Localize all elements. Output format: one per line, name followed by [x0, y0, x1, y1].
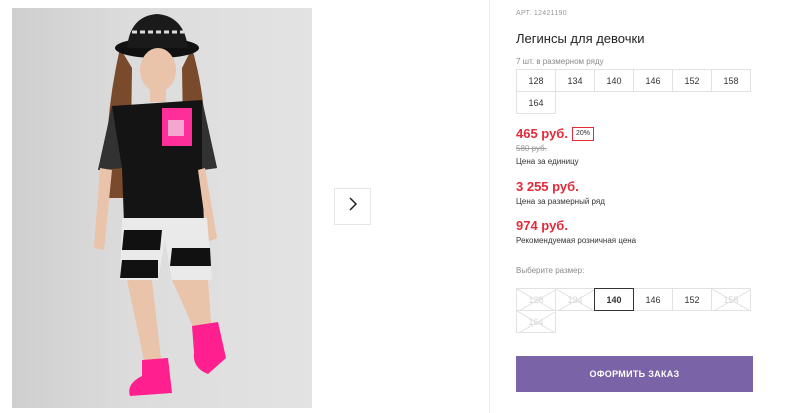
product-photo: [12, 8, 312, 408]
size-row-cell: 128: [516, 69, 556, 92]
retail-price: 974 руб.: [516, 218, 568, 233]
size-option-unavailable: 128: [516, 288, 556, 311]
product-title: Легинсы для девочки: [516, 31, 645, 46]
strike-icon: [517, 289, 555, 310]
size-option[interactable]: 152: [672, 288, 712, 311]
old-price: 580 руб.: [516, 144, 547, 153]
discount-badge: 20%: [571, 126, 594, 141]
row-price-label: Цена за размерный ряд: [516, 197, 605, 206]
chevron-right-icon: [347, 196, 359, 217]
size-row-cell: 140: [594, 69, 634, 92]
gallery-next-button[interactable]: [334, 188, 371, 225]
unit-price-row: 465 руб. 20%: [516, 126, 594, 141]
size-option-label: 152: [684, 294, 700, 305]
strike-icon: [517, 311, 555, 332]
girl-illustration: [94, 14, 226, 396]
unit-price-label: Цена за единицу: [516, 157, 579, 166]
size-option-label: 146: [645, 294, 661, 305]
size-row-cell: 146: [633, 69, 673, 92]
column-divider: [489, 0, 490, 413]
unit-price: 465 руб.: [516, 126, 568, 141]
size-row-cell: 164: [516, 91, 556, 114]
size-option-unavailable: 158: [711, 288, 751, 311]
size-row-cell: 158: [711, 69, 751, 92]
size-row-cell: 152: [672, 69, 712, 92]
size-option[interactable]: 146: [633, 288, 673, 311]
strike-icon: [712, 289, 750, 310]
size-option-unavailable: 134: [555, 288, 595, 311]
size-option-label: 140: [606, 294, 622, 305]
size-selector-grid: 128 134 140 146 152 158 164: [516, 288, 758, 333]
choose-size-label: Выберите размер:: [516, 266, 585, 275]
size-option-selected[interactable]: 140: [594, 288, 634, 311]
row-price: 3 255 руб.: [516, 179, 579, 194]
size-row-grid: 128 134 140 146 152 158 164: [516, 69, 758, 114]
article-number: АРТ. 12421190: [516, 10, 567, 17]
retail-price-label: Рекомендуемая розничная цена: [516, 236, 637, 245]
sizes-in-row-label: 7 шт. в размерном ряду: [516, 57, 604, 66]
place-order-button[interactable]: ОФОРМИТЬ ЗАКАЗ: [516, 356, 753, 392]
strike-icon: [556, 289, 594, 310]
size-row-cell: 134: [555, 69, 595, 92]
size-option-unavailable: 164: [516, 310, 556, 333]
